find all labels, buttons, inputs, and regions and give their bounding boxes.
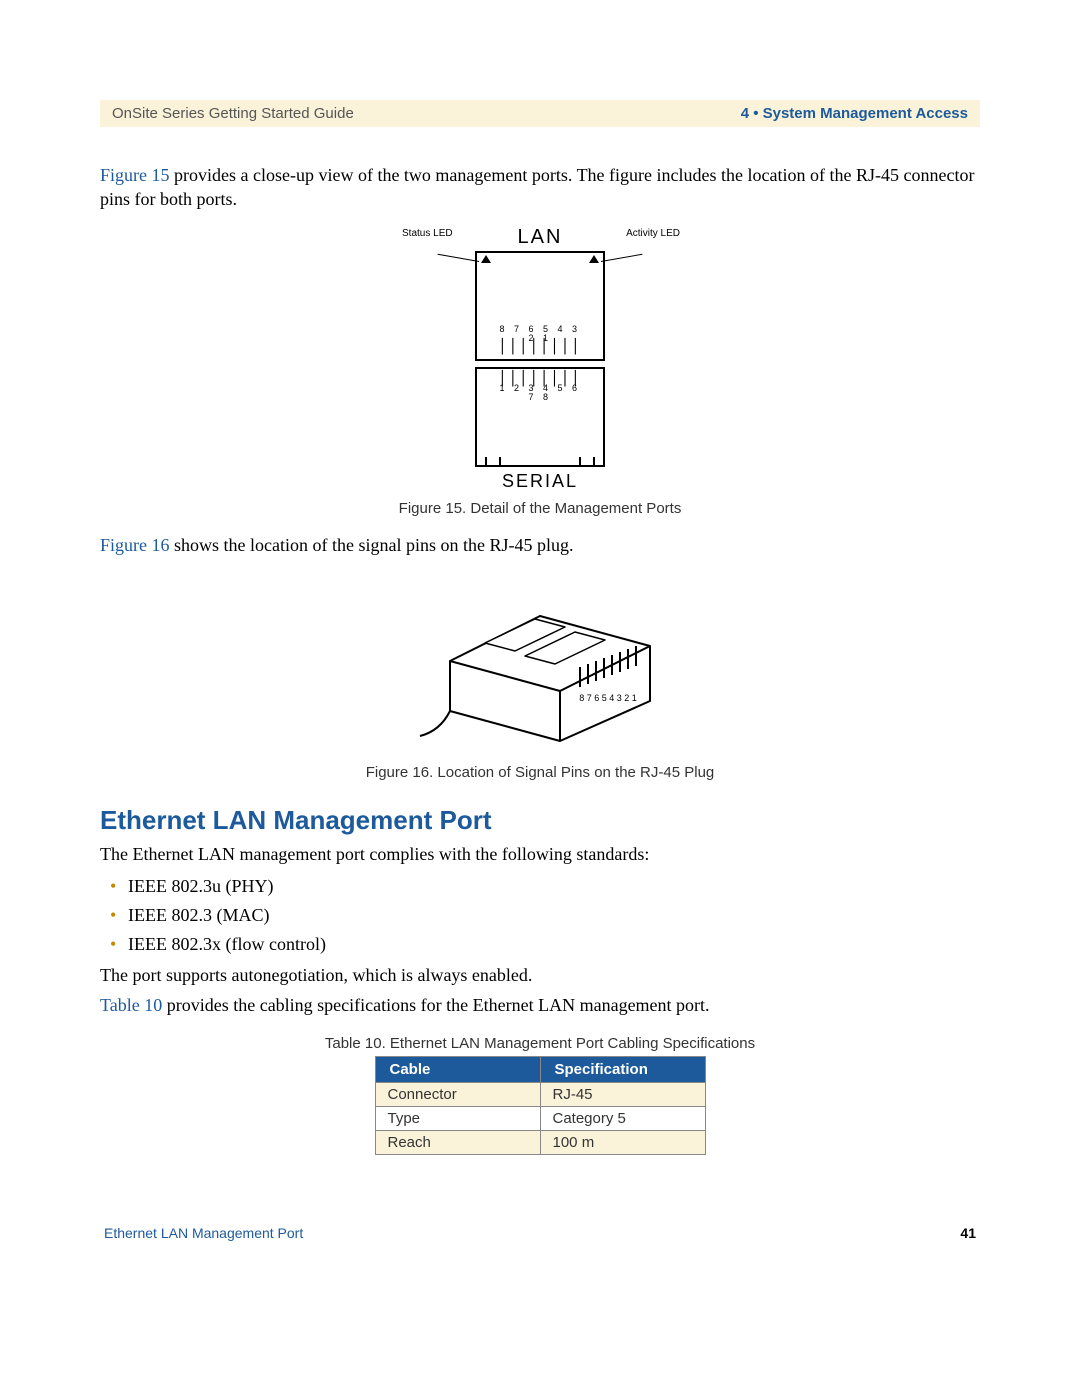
table-header-cable: Cable (375, 1057, 540, 1083)
page-header: OnSite Series Getting Started Guide 4 • … (100, 100, 980, 127)
table-cell: RJ-45 (540, 1083, 705, 1107)
table-intro-text: provides the cabling specifications for … (162, 995, 709, 1015)
lan-pin-ticks: ││││││││ (498, 343, 581, 353)
intro-paragraph-1-text: provides a close-up view of the two mana… (100, 165, 974, 209)
table-header-row: Cable Specification (375, 1057, 705, 1083)
table-intro-paragraph: Table 10 provides the cabling specificat… (100, 993, 980, 1017)
figure-15-caption: Figure 15. Detail of the Management Port… (100, 500, 980, 517)
table-cell: Category 5 (540, 1107, 705, 1131)
table-row: Reach 100 m (375, 1131, 705, 1155)
table-cell: Type (375, 1107, 540, 1131)
header-doc-title: OnSite Series Getting Started Guide (112, 105, 354, 122)
serial-label: SERIAL (430, 471, 650, 492)
table-row: Connector RJ-45 (375, 1083, 705, 1107)
table-cell: Reach (375, 1131, 540, 1155)
autoneg-paragraph: The port supports autonegotiation, which… (100, 963, 980, 987)
activity-led-icon (589, 255, 599, 263)
list-item: IEEE 802.3x (flow control) (128, 930, 980, 959)
table-header-spec: Specification (540, 1057, 705, 1083)
list-item: IEEE 802.3u (PHY) (128, 872, 980, 901)
figure-16-ref[interactable]: Figure 16 (100, 535, 170, 555)
spec-table: Cable Specification Connector RJ-45 Type… (375, 1056, 706, 1155)
figure-16: 8 7 6 5 4 3 2 1 (100, 571, 980, 756)
table-cell: 100 m (540, 1131, 705, 1155)
table-10-caption: Table 10. Ethernet LAN Management Port C… (100, 1035, 980, 1052)
standards-list: IEEE 802.3u (PHY) IEEE 802.3 (MAC) IEEE … (100, 872, 980, 958)
intro-paragraph-1: Figure 15 provides a close-up view of th… (100, 163, 980, 212)
rj45-plug-icon: 8 7 6 5 4 3 2 1 (390, 571, 690, 751)
serial-port-box: ││││││││ 1 2 3 4 5 6 7 8 (475, 367, 605, 467)
status-led-label: Status LED (402, 228, 453, 239)
intro-paragraph-2: Figure 16 shows the location of the sign… (100, 533, 980, 557)
page-content: OnSite Series Getting Started Guide 4 • … (0, 0, 1080, 1301)
lan-label: LAN (430, 226, 650, 249)
header-chapter: 4 • System Management Access (741, 105, 968, 122)
serial-pin-numbers: 1 2 3 4 5 6 7 8 (498, 384, 581, 402)
page-footer: Ethernet LAN Management Port 41 (100, 1225, 980, 1241)
footer-page-number: 41 (960, 1225, 976, 1241)
table-row: Type Category 5 (375, 1107, 705, 1131)
plug-pin-numbers: 8 7 6 5 4 3 2 1 (579, 693, 637, 703)
intro-paragraph-2-text: shows the location of the signal pins on… (170, 535, 574, 555)
activity-led-label: Activity LED (626, 228, 680, 239)
figure-15-ref[interactable]: Figure 15 (100, 165, 170, 185)
status-led-icon (481, 255, 491, 263)
figure-15: Status LED Activity LED LAN 8 7 6 5 4 3 … (100, 226, 980, 492)
table-cell: Connector (375, 1083, 540, 1107)
figure-16-caption: Figure 16. Location of Signal Pins on th… (100, 764, 980, 781)
standards-intro: The Ethernet LAN management port complie… (100, 842, 980, 866)
list-item: IEEE 802.3 (MAC) (128, 901, 980, 930)
table-10-ref[interactable]: Table 10 (100, 995, 162, 1015)
footer-section-name: Ethernet LAN Management Port (104, 1225, 303, 1241)
port-diagram: Status LED Activity LED LAN 8 7 6 5 4 3 … (430, 226, 650, 492)
section-heading: Ethernet LAN Management Port (100, 805, 980, 836)
lan-port-box: 8 7 6 5 4 3 2 1 ││││││││ (475, 251, 605, 361)
